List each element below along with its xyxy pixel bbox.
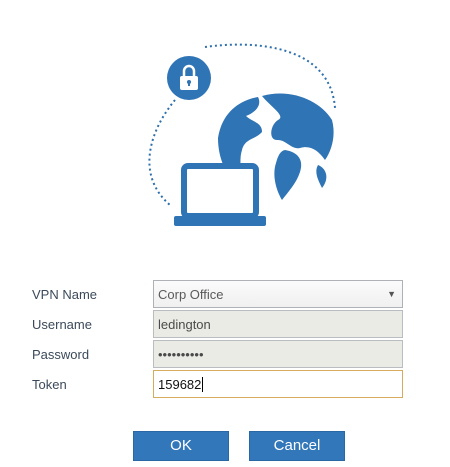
token-field[interactable]: 159682: [153, 370, 403, 398]
ok-button[interactable]: OK: [133, 431, 229, 461]
text-caret: [202, 376, 204, 392]
lock-icon: [167, 56, 211, 100]
vpn-illustration: [0, 0, 450, 260]
vpn-name-value: Corp Office: [158, 286, 224, 302]
token-label: Token: [32, 377, 67, 392]
username-label: Username: [32, 317, 92, 332]
password-row: Password: [0, 340, 450, 370]
username-row: Username: [0, 310, 450, 340]
token-value: 159682: [158, 376, 202, 392]
vpn-illustration-icon: [148, 43, 337, 226]
laptop-icon: [174, 163, 266, 226]
vpn-name-label: VPN Name: [32, 287, 98, 302]
token-row: Token 159682: [0, 370, 450, 400]
cancel-button[interactable]: Cancel: [249, 431, 345, 461]
chevron-down-icon[interactable]: ▼: [387, 289, 396, 299]
username-field[interactable]: [153, 310, 403, 338]
vpn-name-select[interactable]: Corp Office ▼: [153, 280, 403, 308]
password-label: Password: [32, 347, 90, 362]
password-field[interactable]: [153, 340, 403, 368]
vpn-name-row: VPN Name Corp Office ▼: [0, 280, 450, 310]
